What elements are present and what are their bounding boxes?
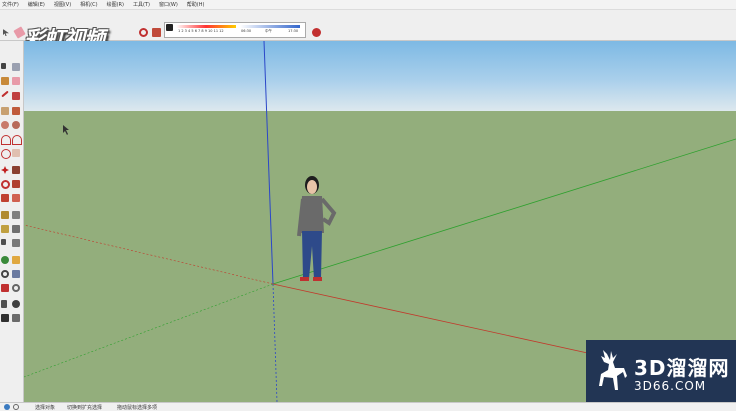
left-tools-palette: [0, 41, 24, 402]
line-icon[interactable]: [1, 90, 9, 98]
freehand-icon[interactable]: [12, 92, 20, 100]
section-plane-icon[interactable]: [12, 314, 20, 322]
badge-subtitle: 3D66.COM: [634, 379, 707, 393]
time-start-label: 06:30: [241, 29, 252, 33]
geo-location-icon[interactable]: [4, 404, 10, 410]
text-icon[interactable]: [12, 225, 20, 233]
component-icon[interactable]: [152, 28, 161, 37]
sky: [24, 41, 736, 111]
status-hint-2: 切换到扩充选择: [67, 405, 103, 411]
menu-view[interactable]: 视图(V): [54, 0, 71, 10]
month-slider[interactable]: [176, 25, 236, 28]
three-point-arc-icon[interactable]: [1, 149, 11, 159]
menu-bar: 文件(F) 编辑(E) 视图(V) 相机(C) 绘图(R) 工具(T) 窗口(W…: [0, 0, 736, 10]
make-component-icon[interactable]: [12, 63, 20, 71]
paint-icon[interactable]: [1, 77, 9, 85]
rectangle-icon[interactable]: [1, 107, 9, 115]
arc-icon[interactable]: [1, 135, 11, 145]
3d-text-icon[interactable]: [12, 239, 20, 247]
pie-icon[interactable]: [12, 149, 20, 157]
select-tool-icon[interactable]: [3, 29, 9, 36]
menu-edit[interactable]: 编辑(E): [28, 0, 45, 10]
menu-file[interactable]: 文件(F): [2, 0, 19, 10]
dimensions-icon[interactable]: [12, 211, 20, 219]
scale-icon[interactable]: [1, 194, 9, 202]
zoom-tool-icon[interactable]: [1, 270, 9, 278]
top-toolbar: 彩虹视频 1 2 3 4 5 6 7 8 9 10 11 12 06:30 中午…: [0, 10, 736, 51]
tape-icon[interactable]: [1, 211, 9, 219]
status-bar: 选择对象 切换到扩充选择 拖动鼠标选择多项: [0, 402, 736, 411]
axes-icon[interactable]: [1, 239, 6, 245]
time-mid-label: 中午: [265, 29, 272, 33]
walk-icon[interactable]: [1, 314, 9, 322]
polygon-icon[interactable]: [12, 121, 20, 129]
shadow-toggle-icon[interactable]: [166, 24, 173, 31]
offset-icon[interactable]: [12, 194, 20, 202]
circle-icon[interactable]: [1, 121, 9, 129]
menu-help[interactable]: 帮助(H): [187, 0, 205, 10]
layout-icon[interactable]: [312, 28, 321, 37]
month-scale-label: 1 2 3 4 5 6 7 8 9 10 11 12: [178, 29, 224, 33]
undo-icon[interactable]: [139, 28, 148, 37]
position-camera-icon[interactable]: [1, 300, 7, 308]
deer-icon: [599, 350, 627, 390]
menu-tools[interactable]: 工具(T): [133, 0, 150, 10]
two-point-arc-icon[interactable]: [12, 135, 22, 145]
menu-draw[interactable]: 绘图(R): [107, 0, 124, 10]
protractor-tool-icon[interactable]: [1, 225, 9, 233]
zoom-window-icon[interactable]: [12, 270, 20, 278]
status-hint-1: 选择对象: [35, 405, 56, 411]
help-icon[interactable]: [13, 404, 19, 410]
follow-me-icon[interactable]: [12, 180, 20, 188]
rotate-icon[interactable]: [1, 180, 10, 189]
watermark-badge: 3D溜溜网 3D66.COM: [586, 340, 736, 402]
push-pull-icon[interactable]: [12, 166, 20, 174]
badge-title: 3D溜溜网: [634, 356, 730, 380]
rotated-rectangle-icon[interactable]: [12, 107, 20, 115]
orbit-tool-icon[interactable]: [1, 256, 9, 264]
eraser-icon[interactable]: [12, 77, 20, 85]
pan-tool-icon[interactable]: [12, 256, 20, 264]
status-hint-3: 拖动鼠标选择多项: [117, 405, 158, 411]
menu-window[interactable]: 窗口(W): [159, 0, 178, 10]
previous-view-icon[interactable]: [12, 284, 20, 292]
menu-camera[interactable]: 相机(C): [80, 0, 97, 10]
look-around-icon[interactable]: [12, 300, 20, 308]
select-icon[interactable]: [1, 63, 6, 69]
shadow-settings-panel[interactable]: 1 2 3 4 5 6 7 8 9 10 11 12 06:30 中午 17:3…: [164, 22, 306, 38]
zoom-extents-tool-icon[interactable]: [1, 284, 9, 292]
move-icon[interactable]: [1, 166, 9, 174]
time-end-label: 17:30: [288, 29, 299, 33]
time-slider[interactable]: [240, 25, 300, 28]
